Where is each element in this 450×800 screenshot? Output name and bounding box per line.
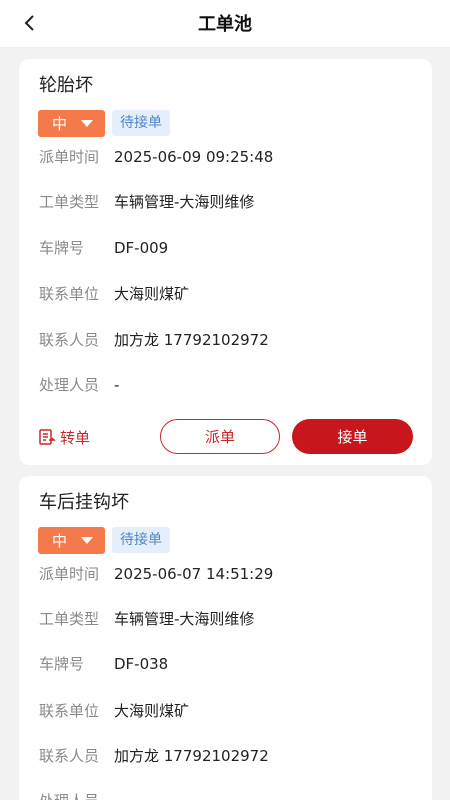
contact-unit-value: 大海则煤矿 [114,702,190,720]
caret-down-icon [81,120,93,127]
order-type-label: 工单类型 [39,610,100,628]
contact-unit-value: 大海则煤矿 [114,285,190,303]
plate-label: 车牌号 [39,655,85,673]
order-title: 车后挂钩坏 [39,492,129,513]
accept-button[interactable]: 接单 [292,419,413,454]
plate-label: 车牌号 [39,239,85,257]
priority-dropdown[interactable]: 中 [38,527,105,554]
work-order-card[interactable]: 轮胎坏 中 待接单 派单时间 2025-06-09 09:25:48 工单类型 … [19,59,432,465]
contact-person-value: 加方龙 17792102972 [114,747,269,765]
transfer-label: 转单 [60,428,91,447]
handler-label: 处理人员 [39,790,99,800]
transfer-document-icon [39,429,56,445]
transfer-button[interactable]: 转单 [38,425,90,449]
order-type-label: 工单类型 [39,193,100,211]
handler-label: 处理人员 [39,376,100,394]
contact-person-value: 加方龙 17792102972 [114,331,269,349]
top-bar: 工单池 [0,0,450,47]
plate-value: DF-009 [114,239,169,257]
page-title: 工单池 [198,14,252,35]
dispatch-time-value: 2025-06-07 14:51:29 [114,565,274,583]
dispatch-time-value: 2025-06-09 09:25:48 [114,148,274,166]
priority-value: 中 [52,532,68,550]
order-type-value: 车辆管理-大海则维修 [114,610,255,628]
order-type-value: 车辆管理-大海则维修 [114,193,255,211]
priority-dropdown[interactable]: 中 [38,110,105,137]
status-badge: 待接单 [112,110,170,136]
order-title: 轮胎坏 [39,75,93,96]
caret-down-icon [81,537,93,544]
status-badge: 待接单 [112,527,170,553]
dispatch-time-label: 派单时间 [39,148,100,166]
contact-unit-label: 联系单位 [39,285,100,303]
dispatch-button[interactable]: 派单 [160,419,280,454]
dispatch-time-label: 派单时间 [39,565,100,583]
plate-value: DF-038 [114,655,169,673]
handler-value: - [114,376,120,394]
priority-value: 中 [52,115,68,133]
work-order-card[interactable]: 车后挂钩坏 中 待接单 派单时间 2025-06-07 14:51:29 工单类… [19,476,432,800]
contact-person-label: 联系人员 [39,747,100,765]
contact-person-label: 联系人员 [39,331,100,349]
contact-unit-label: 联系单位 [39,702,100,720]
